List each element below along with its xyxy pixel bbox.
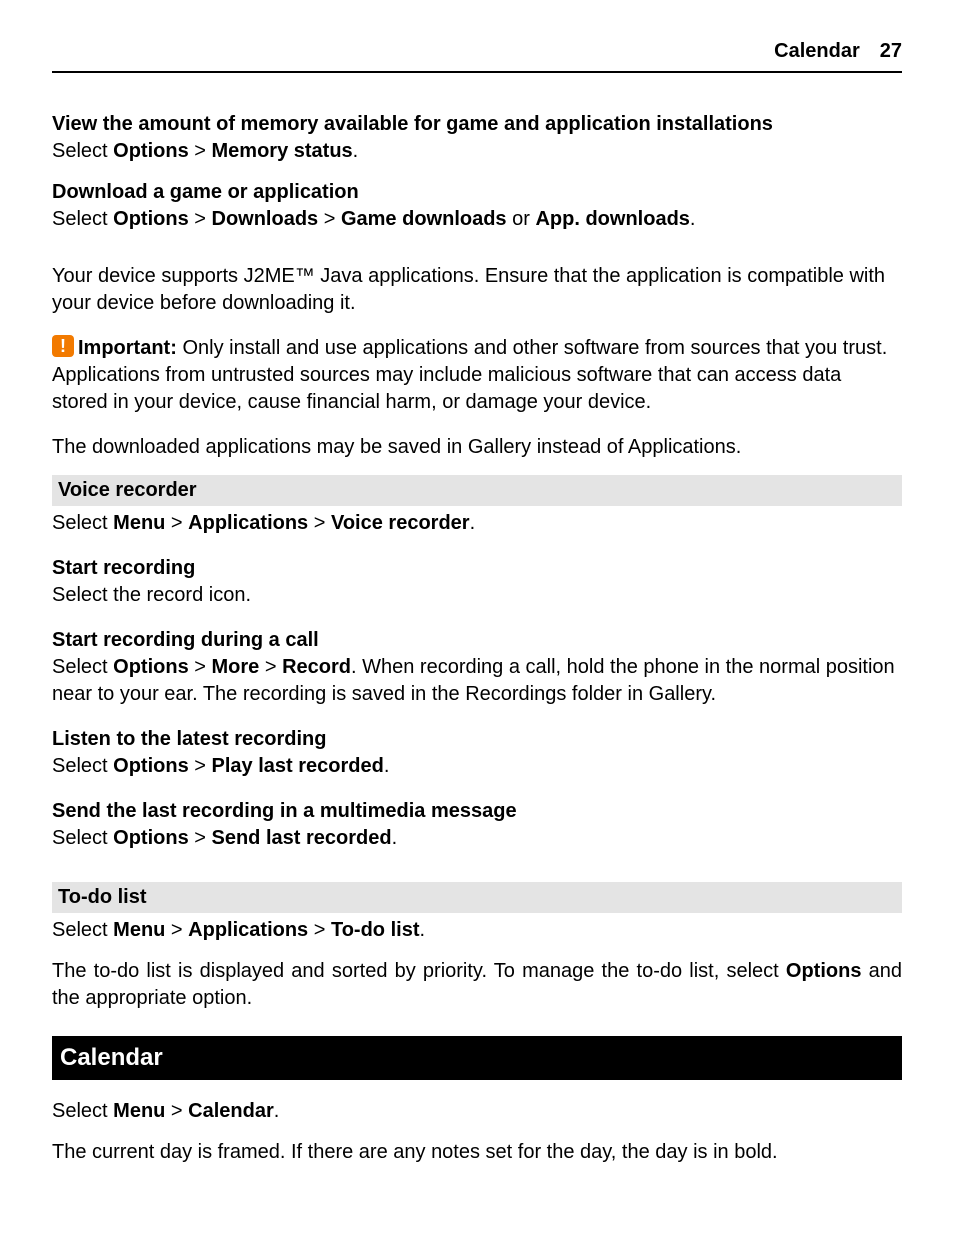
important-note: Important: Only install and use applicat… xyxy=(52,335,902,416)
menu-path: Options xyxy=(113,208,189,230)
body-text: Select Options > Play last recorded. xyxy=(52,753,902,780)
t: > xyxy=(165,1100,188,1122)
heading: View the amount of memory available for … xyxy=(52,111,902,138)
section-view-memory: View the amount of memory available for … xyxy=(52,111,902,165)
heading: Start recording during a call xyxy=(52,627,902,654)
t: . xyxy=(419,919,425,941)
menu-path: Options xyxy=(113,656,189,678)
menu-path: Record xyxy=(282,656,351,678)
section-start-recording-call: Start recording during a call Select Opt… xyxy=(52,627,902,708)
heading: Download a game or application xyxy=(52,179,902,206)
warning-icon xyxy=(52,335,74,357)
body-text: Select Options > Send last recorded. xyxy=(52,825,902,852)
t: > xyxy=(189,656,212,678)
menu-path: Menu xyxy=(113,1100,165,1122)
menu-path: Send last recorded xyxy=(212,827,392,849)
section-send-last: Send the last recording in a multimedia … xyxy=(52,798,902,852)
section-listen: Listen to the latest recording Select Op… xyxy=(52,726,902,780)
t: The to-do list is displayed and sorted b… xyxy=(52,960,786,982)
t: > xyxy=(259,656,282,678)
page-header: Calendar 27 xyxy=(52,38,902,73)
t: > xyxy=(308,512,331,534)
body-text: Select the record icon. xyxy=(52,582,902,609)
section-start-recording: Start recording Select the record icon. xyxy=(52,555,902,609)
header-title: Calendar xyxy=(774,38,860,65)
menu-path: Options xyxy=(786,960,862,982)
t: Select xyxy=(52,755,113,777)
t: . xyxy=(384,755,390,777)
t: . xyxy=(392,827,398,849)
section-heading-todo-list: To-do list xyxy=(52,882,902,913)
todo-desc: The to-do list is displayed and sorted b… xyxy=(52,958,902,1012)
t: Select xyxy=(52,656,113,678)
heading: Send the last recording in a multimedia … xyxy=(52,798,902,825)
menu-path: Game downloads xyxy=(341,208,507,230)
voice-recorder-path: Select Menu > Applications > Voice recor… xyxy=(52,510,902,537)
t: . xyxy=(353,140,359,162)
menu-path: Applications xyxy=(188,919,308,941)
body-text: Select Options > Downloads > Game downlo… xyxy=(52,206,902,233)
important-label: Important: xyxy=(78,337,177,359)
t: > xyxy=(189,755,212,777)
important-text: Only install and use applications and ot… xyxy=(52,337,887,413)
menu-path: Play last recorded xyxy=(212,755,384,777)
t: . xyxy=(690,208,696,230)
t: Select xyxy=(52,208,113,230)
t: > xyxy=(165,919,188,941)
t: > xyxy=(308,919,331,941)
section-download: Download a game or application Select Op… xyxy=(52,179,902,233)
menu-path: Downloads xyxy=(212,208,319,230)
t: > xyxy=(165,512,188,534)
section-heading-voice-recorder: Voice recorder xyxy=(52,475,902,506)
menu-path: Options xyxy=(113,755,189,777)
t: Select xyxy=(52,919,113,941)
section-heading-calendar: Calendar xyxy=(52,1036,902,1080)
menu-path: Options xyxy=(113,140,189,162)
t: Select xyxy=(52,140,113,162)
calendar-desc: The current day is framed. If there are … xyxy=(52,1139,902,1166)
t: > xyxy=(189,827,212,849)
manual-page: Calendar 27 View the amount of memory av… xyxy=(0,0,954,1258)
t: . xyxy=(274,1100,280,1122)
menu-path: Voice recorder xyxy=(331,512,470,534)
menu-path: App. downloads xyxy=(535,208,689,230)
header-page-number: 27 xyxy=(880,38,902,65)
menu-path: To-do list xyxy=(331,919,420,941)
body-text: Select Options > Memory status. xyxy=(52,138,902,165)
heading: Listen to the latest recording xyxy=(52,726,902,753)
menu-path: Menu xyxy=(113,512,165,534)
j2me-note: Your device supports J2ME™ Java applicat… xyxy=(52,263,902,317)
t: Select xyxy=(52,827,113,849)
t: > xyxy=(189,208,212,230)
calendar-path: Select Menu > Calendar. xyxy=(52,1098,902,1125)
menu-path: Options xyxy=(113,827,189,849)
t: > xyxy=(189,140,212,162)
saved-note: The downloaded applications may be saved… xyxy=(52,434,902,461)
menu-path: Applications xyxy=(188,512,308,534)
todo-path: Select Menu > Applications > To-do list. xyxy=(52,917,902,944)
heading: Start recording xyxy=(52,555,902,582)
menu-path: More xyxy=(212,656,260,678)
t: . xyxy=(470,512,476,534)
t: Select xyxy=(52,512,113,534)
t: Select xyxy=(52,1100,113,1122)
menu-path: Menu xyxy=(113,919,165,941)
t: > xyxy=(318,208,341,230)
t: or xyxy=(507,208,536,230)
menu-path: Calendar xyxy=(188,1100,274,1122)
menu-path: Memory status xyxy=(212,140,353,162)
body-text: Select Options > More > Record. When rec… xyxy=(52,654,902,708)
